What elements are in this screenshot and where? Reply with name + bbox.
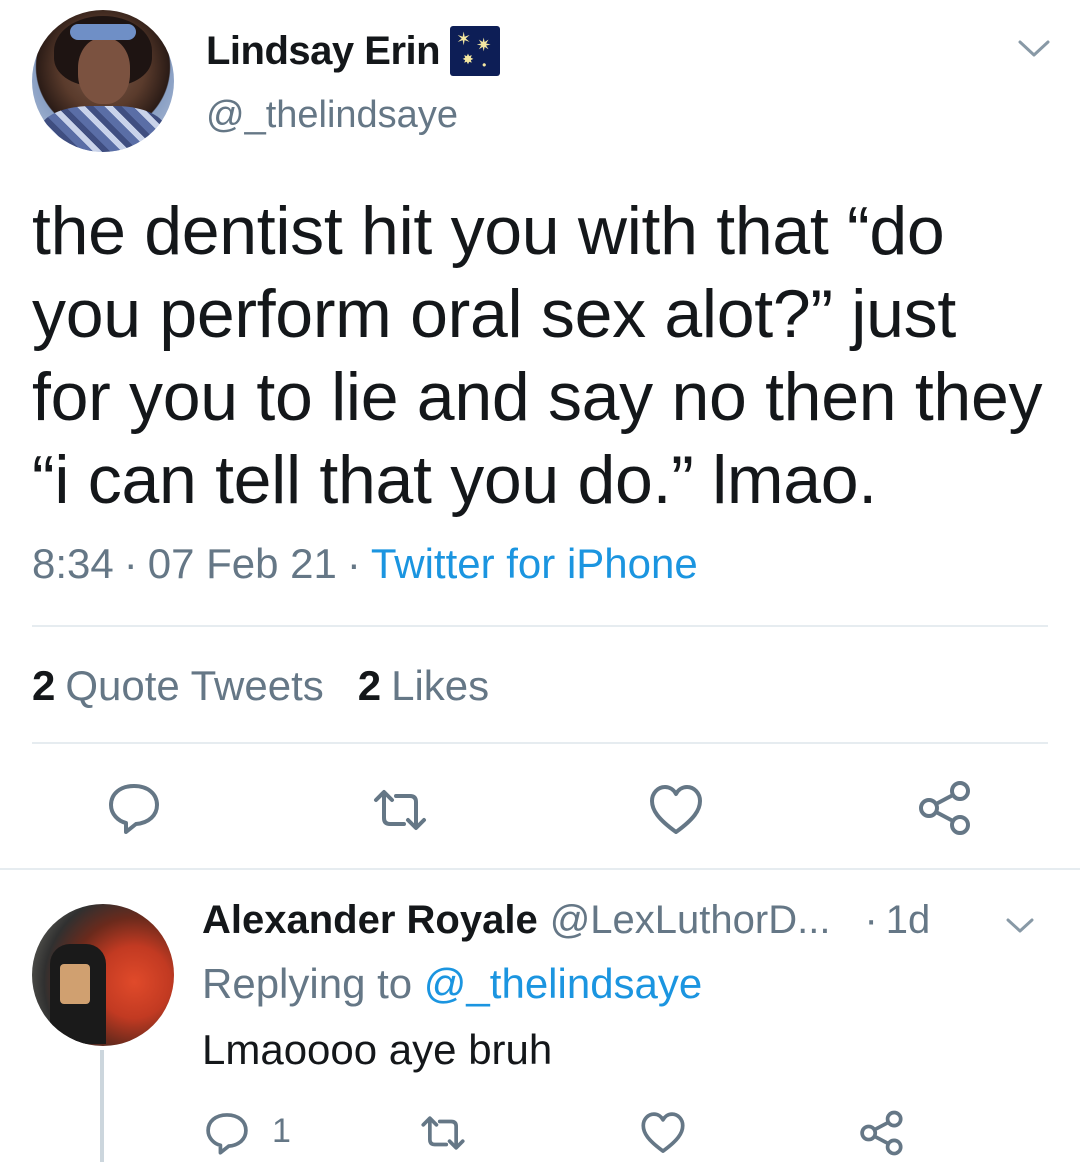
main-tweet: Lindsay Erin ✶ ✷ ✸ • @_thelindsaye the d…: [0, 0, 1080, 870]
reply-author-handle[interactable]: @LexLuthorD...: [550, 898, 831, 943]
like-icon[interactable]: [648, 782, 704, 838]
reply-author-name[interactable]: Alexander Royale: [202, 898, 538, 943]
tweet-actions: [0, 780, 1080, 840]
reply-tweet[interactable]: Alexander Royale @LexLuthorD... · 1d Rep…: [0, 870, 1080, 1162]
share-icon[interactable]: [916, 780, 972, 836]
author-handle[interactable]: @_thelindsaye: [206, 94, 458, 137]
tweet-source-link[interactable]: Twitter for iPhone: [371, 540, 698, 588]
chevron-down-icon[interactable]: [1004, 914, 1036, 936]
author-name-row[interactable]: Lindsay Erin ✶ ✷ ✸ •: [206, 26, 501, 76]
author-name[interactable]: Lindsay Erin: [206, 29, 441, 74]
quote-tweets-stat[interactable]: 2 Quote Tweets: [32, 662, 324, 710]
reply-author-avatar[interactable]: [32, 904, 174, 1046]
tweet-time[interactable]: 8:34: [32, 540, 114, 588]
tweet-stats: 2 Quote Tweets 2 Likes: [32, 662, 489, 710]
reply-text: Lmaoooo aye bruh: [202, 1026, 553, 1073]
likes-stat[interactable]: 2 Likes: [358, 662, 489, 710]
reply-header: Alexander Royale @LexLuthorD... · 1d: [202, 898, 930, 943]
retweet-icon[interactable]: [372, 782, 428, 838]
meta-separator: ·: [123, 540, 138, 587]
meta-separator: ·: [346, 540, 361, 587]
reply-actions: 1: [0, 1108, 1080, 1158]
reply-age[interactable]: 1d: [886, 898, 931, 943]
quote-tweets-label: Quote Tweets: [65, 662, 324, 709]
author-avatar[interactable]: [32, 10, 174, 152]
tweet-text: the dentist hit you with that “do you pe…: [32, 193, 1043, 518]
chevron-down-icon[interactable]: [1016, 36, 1052, 60]
likes-count: 2: [357, 662, 382, 709]
tweet-date[interactable]: 07 Feb 21: [148, 540, 337, 588]
retweet-icon[interactable]: [420, 1110, 466, 1156]
tweet-meta: 8:34 · 07 Feb 21 · Twitter for iPhone: [32, 540, 698, 588]
replying-to: Replying to @_thelindsaye: [202, 960, 702, 1008]
like-icon[interactable]: [640, 1110, 686, 1156]
replying-prefix: Replying to: [202, 960, 413, 1007]
likes-label: Likes: [391, 662, 490, 709]
quote-tweets-count: 2: [32, 662, 56, 709]
divider: [32, 742, 1048, 744]
replying-mention-link[interactable]: @_thelindsaye: [424, 960, 702, 1007]
fireworks-emoji-icon: ✶ ✷ ✸ •: [450, 26, 501, 76]
share-icon[interactable]: [858, 1110, 904, 1156]
divider: [32, 625, 1048, 627]
reply-separator: ·: [864, 898, 878, 942]
reply-icon[interactable]: [204, 1110, 250, 1156]
reply-icon[interactable]: [106, 780, 162, 836]
reply-count: 1: [272, 1112, 291, 1150]
